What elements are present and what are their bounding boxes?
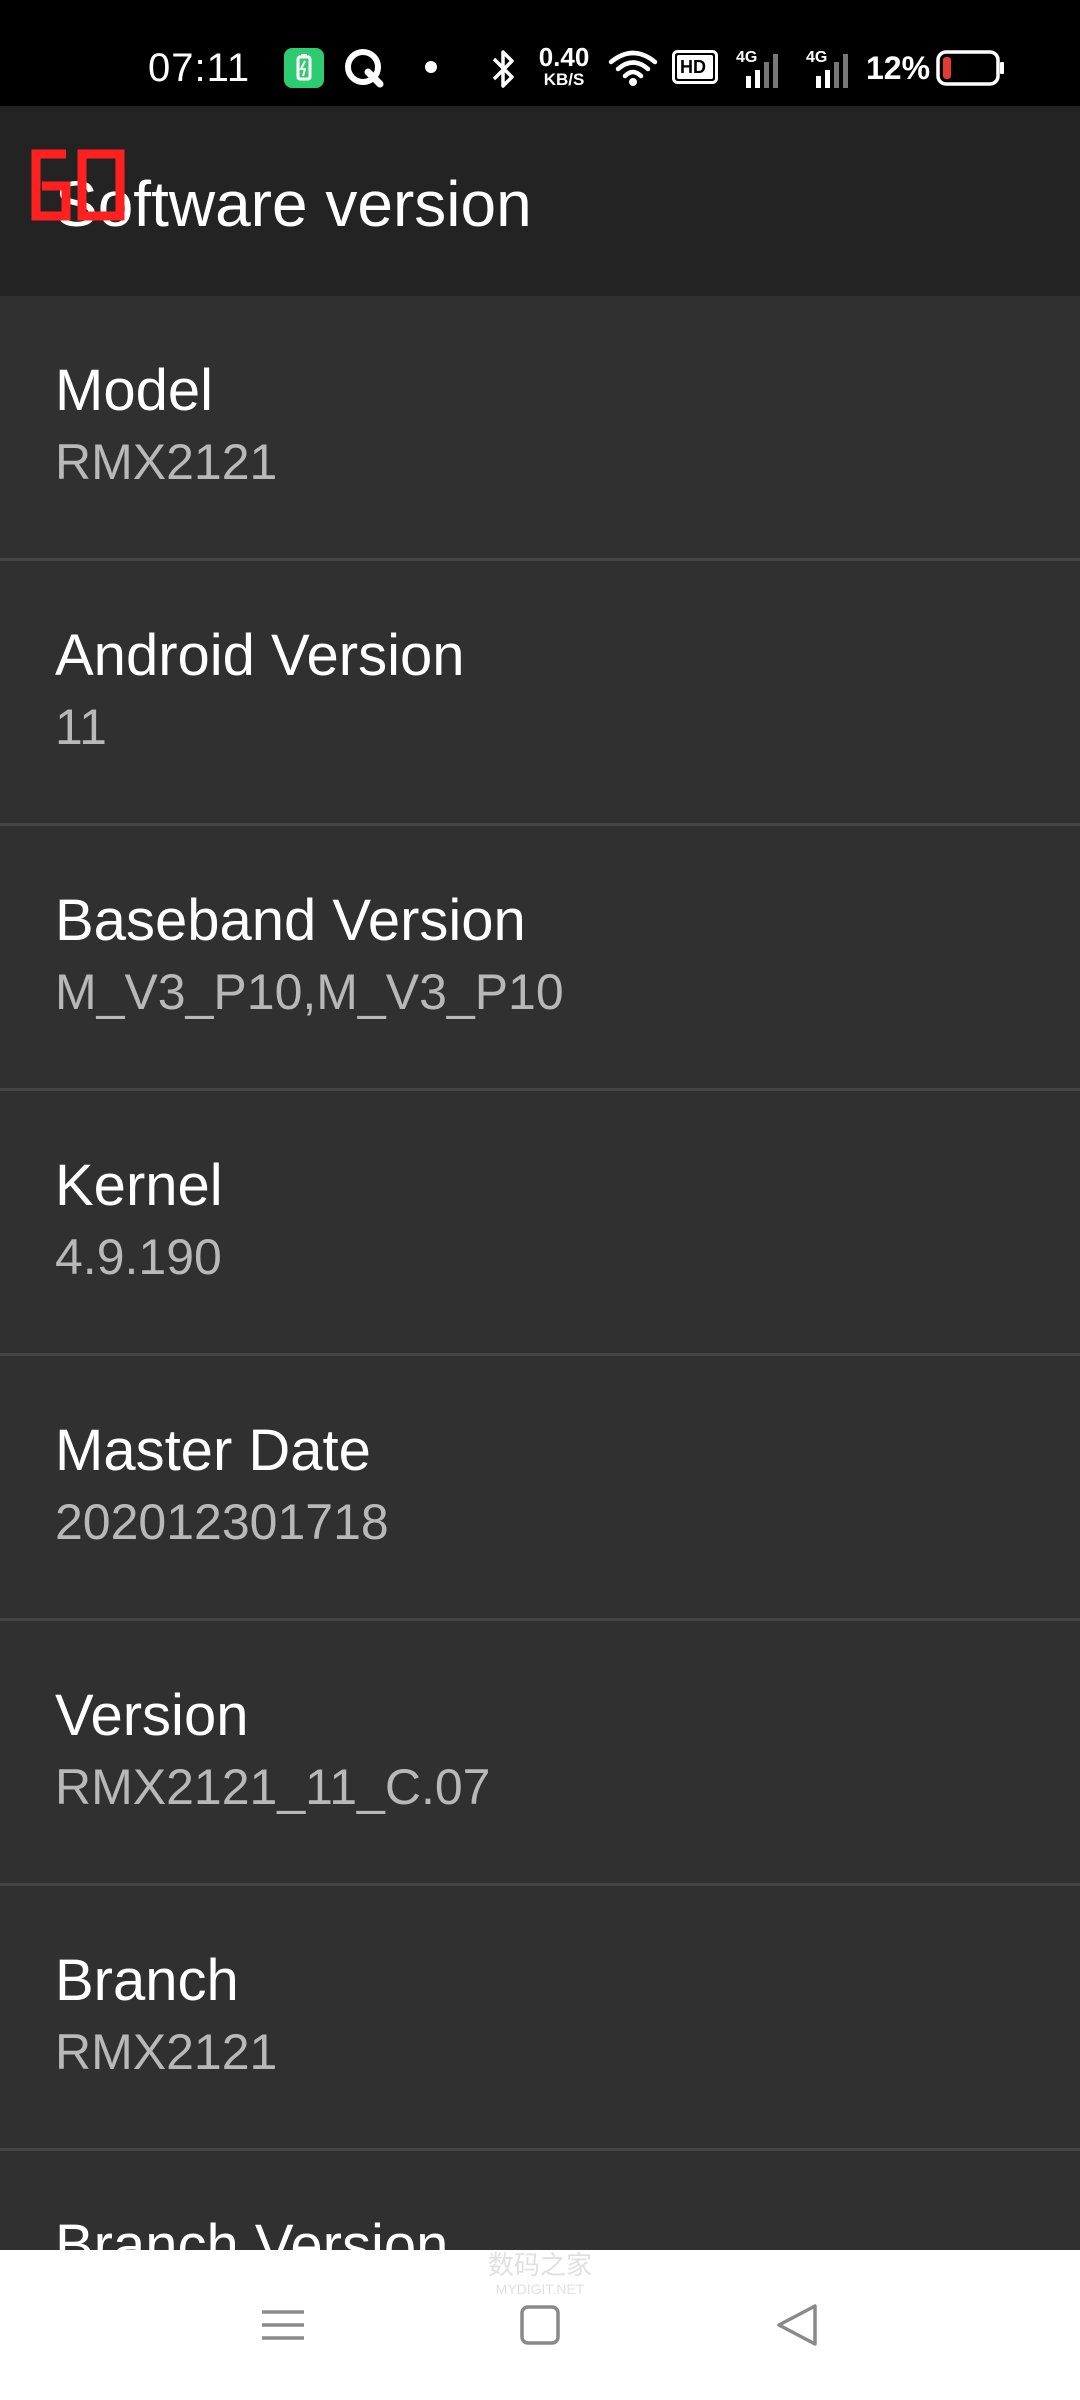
network-speed-unit: KB/S: [543, 70, 585, 89]
item-value: RMX2121: [55, 434, 278, 490]
battery-saver-icon: [284, 48, 324, 88]
item-value: 202012301718: [55, 1494, 389, 1550]
dot-icon: [424, 60, 438, 74]
item-label: Baseband Version: [55, 888, 526, 953]
hd-label: HD: [680, 57, 706, 77]
item-label: Branch Version: [55, 2213, 449, 2251]
item-label: Master Date: [55, 1418, 371, 1483]
list-item[interactable]: Branch RMX2121: [0, 1886, 1080, 2151]
list-item[interactable]: Master Date 202012301718: [0, 1356, 1080, 1621]
list-item[interactable]: Android Version 11: [0, 561, 1080, 826]
signal-icon: [740, 50, 790, 90]
hd-voice-icon: HD: [672, 50, 718, 84]
bluetooth-icon: [490, 48, 518, 90]
list-item[interactable]: Model RMX2121: [0, 296, 1080, 561]
wifi-icon: [608, 48, 658, 88]
page-title: Software version: [55, 168, 532, 240]
home-icon: [520, 2305, 560, 2345]
item-label: Branch: [55, 1948, 239, 2013]
item-value: 4.9.190: [55, 1229, 222, 1285]
battery-icon: [936, 50, 1006, 86]
list-item[interactable]: Version RMX2121_11_C.07: [0, 1621, 1080, 1886]
fps-overlay: [30, 148, 126, 227]
item-label: Kernel: [55, 1153, 223, 1218]
home-button[interactable]: [505, 2290, 575, 2360]
list-item[interactable]: Kernel 4.9.190: [0, 1091, 1080, 1356]
item-label: Model: [55, 358, 213, 423]
watermark-text: 数码之家: [487, 2250, 592, 2280]
network-speed-value: 0.40: [538, 42, 590, 72]
app-bar: Software version: [0, 106, 1080, 296]
back-icon: [777, 2304, 817, 2346]
menu-button[interactable]: [248, 2290, 318, 2360]
screen: 07:11 0.40 KB/S HD 4G 4G 12% Software ve…: [0, 0, 1080, 2400]
status-bar: 07:11 0.40 KB/S HD 4G 4G 12%: [0, 0, 1080, 106]
menu-icon: [262, 2310, 304, 2340]
list-item[interactable]: Baseband Version M_V3_P10,M_V3_P10: [0, 826, 1080, 1091]
q-app-icon: [344, 48, 384, 88]
battery-percent: 12%: [866, 50, 931, 86]
network-speed: 0.40 KB/S: [534, 44, 594, 88]
navigation-bar: 数码之家 MYDIGIT.NET: [0, 2250, 1080, 2400]
back-button[interactable]: [763, 2290, 833, 2360]
software-info-list: Model RMX2121 Android Version 11 Baseban…: [0, 296, 1080, 2251]
status-time: 07:11: [148, 46, 251, 90]
list-item-partial[interactable]: Branch Version: [0, 2151, 1080, 2251]
item-label: Android Version: [55, 623, 465, 688]
signal-icon: [810, 50, 860, 90]
item-label: Version: [55, 1683, 249, 1748]
item-value: RMX2121: [55, 2024, 278, 2080]
item-value: RMX2121_11_C.07: [55, 1759, 491, 1815]
item-value: 11: [55, 699, 107, 755]
item-value: M_V3_P10,M_V3_P10: [55, 964, 564, 1020]
